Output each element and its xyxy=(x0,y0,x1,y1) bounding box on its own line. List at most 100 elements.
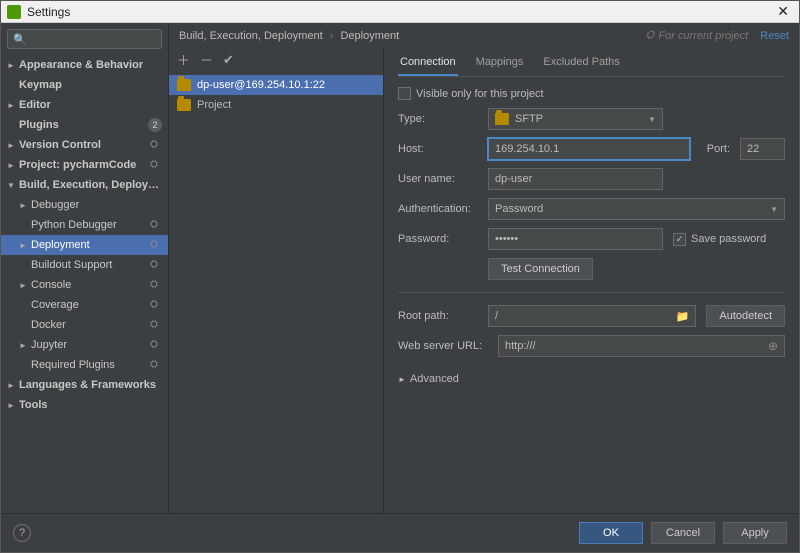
sidebar-item[interactable]: ►Console⛭ xyxy=(1,275,168,295)
tree-arrow-icon: ► xyxy=(7,61,19,70)
workspace-icon: ⛭ xyxy=(646,29,655,42)
add-icon[interactable]: ＋ xyxy=(177,50,190,69)
sidebar-item-label: Project: pycharmCode xyxy=(19,159,150,171)
web-server-url-input[interactable] xyxy=(499,340,762,352)
tree-arrow-icon: ► xyxy=(19,201,31,210)
sidebar-item[interactable]: ►Languages & Frameworks xyxy=(1,375,168,395)
open-url-icon[interactable]: ⊕ xyxy=(762,339,784,353)
tree-arrow-icon: ► xyxy=(19,341,31,350)
reset-link[interactable]: Reset xyxy=(760,30,789,42)
visible-only-checkbox[interactable]: Visible only for this project xyxy=(398,87,544,100)
sidebar-item[interactable]: Required Plugins⛭ xyxy=(1,355,168,375)
server-item-label: Project xyxy=(197,99,231,111)
server-toolbar: ＋ － ✔ xyxy=(169,46,383,75)
server-icon xyxy=(177,99,191,111)
advanced-toggle[interactable]: ► Advanced xyxy=(398,369,785,389)
main-panel: Build, Execution, Deployment › Deploymen… xyxy=(169,23,799,513)
chevron-down-icon: ▼ xyxy=(648,115,656,124)
web-server-url-label: Web server URL: xyxy=(398,340,488,352)
tree-arrow-icon: ► xyxy=(19,281,31,290)
sidebar-item-label: Keymap xyxy=(19,79,162,91)
breadcrumb: Build, Execution, Deployment › Deploymen… xyxy=(179,30,646,42)
servers-panel: ＋ － ✔ dp-user@169.254.10.1:22 Project xyxy=(169,46,384,513)
sidebar-item[interactable]: ▼Build, Execution, Deployment xyxy=(1,175,168,195)
sidebar-item[interactable]: ►Tools xyxy=(1,395,168,415)
tree-arrow-icon: ► xyxy=(7,381,19,390)
remove-icon[interactable]: － xyxy=(200,50,213,69)
test-connection-button[interactable]: Test Connection xyxy=(488,258,593,280)
host-label: Host: xyxy=(398,143,478,155)
help-button[interactable]: ? xyxy=(13,524,31,542)
server-item[interactable]: dp-user@169.254.10.1:22 xyxy=(169,75,383,95)
root-path-label: Root path: xyxy=(398,310,478,322)
checkbox-icon: ✓ xyxy=(673,233,686,246)
search-container: 🔍 xyxy=(7,29,162,49)
workspace-icon: ⛭ xyxy=(150,139,162,151)
workspace-icon: ⛭ xyxy=(150,319,162,331)
tab-excluded-paths[interactable]: Excluded Paths xyxy=(541,52,621,76)
sidebar-item[interactable]: ►Project: pycharmCode⛭ xyxy=(1,155,168,175)
workspace-icon: ⛭ xyxy=(150,279,162,291)
password-input[interactable] xyxy=(488,228,663,250)
user-name-input[interactable] xyxy=(488,168,663,190)
root-path-input[interactable] xyxy=(489,310,670,322)
sidebar-item[interactable]: Python Debugger⛭ xyxy=(1,215,168,235)
autodetect-button[interactable]: Autodetect xyxy=(706,305,785,327)
sidebar-item[interactable]: Buildout Support⛭ xyxy=(1,255,168,275)
authentication-select[interactable]: Password ▼ xyxy=(488,198,785,220)
sidebar-item[interactable]: Keymap xyxy=(1,75,168,95)
cancel-button[interactable]: Cancel xyxy=(651,522,715,544)
sidebar-item[interactable]: ►Debugger xyxy=(1,195,168,215)
sidebar-item[interactable]: ►Editor xyxy=(1,95,168,115)
search-input[interactable] xyxy=(7,29,162,49)
sidebar-item-label: Deployment xyxy=(31,239,150,251)
workspace-icon: ⛭ xyxy=(150,239,162,251)
type-select[interactable]: SFTP ▼ xyxy=(488,108,663,130)
tree-arrow-icon: ► xyxy=(7,141,19,150)
sidebar-item[interactable]: ►Version Control⛭ xyxy=(1,135,168,155)
tree-arrow-icon: ► xyxy=(7,101,19,110)
authentication-label: Authentication: xyxy=(398,203,478,215)
root-path-field: 📁 xyxy=(488,305,696,327)
tab-mappings[interactable]: Mappings xyxy=(474,52,526,76)
chevron-right-icon: › xyxy=(330,30,334,42)
password-label: Password: xyxy=(398,233,478,245)
sidebar-item-label: Build, Execution, Deployment xyxy=(19,179,162,191)
sidebar-item-label: Console xyxy=(31,279,150,291)
search-icon: 🔍 xyxy=(13,33,27,46)
sidebar-item-label: Tools xyxy=(19,399,162,411)
sidebar-item[interactable]: ►Appearance & Behavior xyxy=(1,55,168,75)
sidebar-item-label: Docker xyxy=(31,319,150,331)
form-tabs: Connection Mappings Excluded Paths xyxy=(398,52,785,77)
sidebar-item[interactable]: Coverage⛭ xyxy=(1,295,168,315)
sidebar-item[interactable]: Plugins2 xyxy=(1,115,168,135)
close-icon[interactable]: ✕ xyxy=(773,3,793,20)
tab-connection[interactable]: Connection xyxy=(398,52,458,76)
sidebar-item-label: Plugins xyxy=(19,119,148,131)
divider xyxy=(398,292,785,293)
browse-icon[interactable]: 📁 xyxy=(670,310,696,323)
apply-button[interactable]: Apply xyxy=(723,522,787,544)
sidebar-item[interactable]: Docker⛭ xyxy=(1,315,168,335)
check-icon[interactable]: ✔ xyxy=(223,52,234,68)
port-input[interactable] xyxy=(740,138,785,160)
sidebar-item[interactable]: ►Jupyter⛭ xyxy=(1,335,168,355)
sidebar-item-label: Buildout Support xyxy=(31,259,150,271)
host-input[interactable] xyxy=(488,138,690,160)
server-item[interactable]: Project xyxy=(169,95,383,115)
workspace-icon: ⛭ xyxy=(150,299,162,311)
save-password-checkbox[interactable]: ✓ Save password xyxy=(673,233,766,246)
server-item-label: dp-user@169.254.10.1:22 xyxy=(197,79,325,91)
settings-sidebar: 🔍 ►Appearance & BehaviorKeymap►EditorPlu… xyxy=(1,23,169,513)
workspace-icon: ⛭ xyxy=(150,359,162,371)
server-icon xyxy=(177,79,191,91)
sidebar-item[interactable]: ►Deployment⛭ xyxy=(1,235,168,255)
for-current-project-hint: ⛭ For current project xyxy=(646,29,749,42)
workspace-icon: ⛭ xyxy=(150,259,162,271)
ok-button[interactable]: OK xyxy=(579,522,643,544)
settings-tree: ►Appearance & BehaviorKeymap►EditorPlugi… xyxy=(1,55,168,513)
tree-arrow-icon: ► xyxy=(7,401,19,410)
sidebar-item-label: Appearance & Behavior xyxy=(19,59,162,71)
web-server-url-field: ⊕ xyxy=(498,335,785,357)
dialog-footer: ? OK Cancel Apply xyxy=(1,513,799,552)
